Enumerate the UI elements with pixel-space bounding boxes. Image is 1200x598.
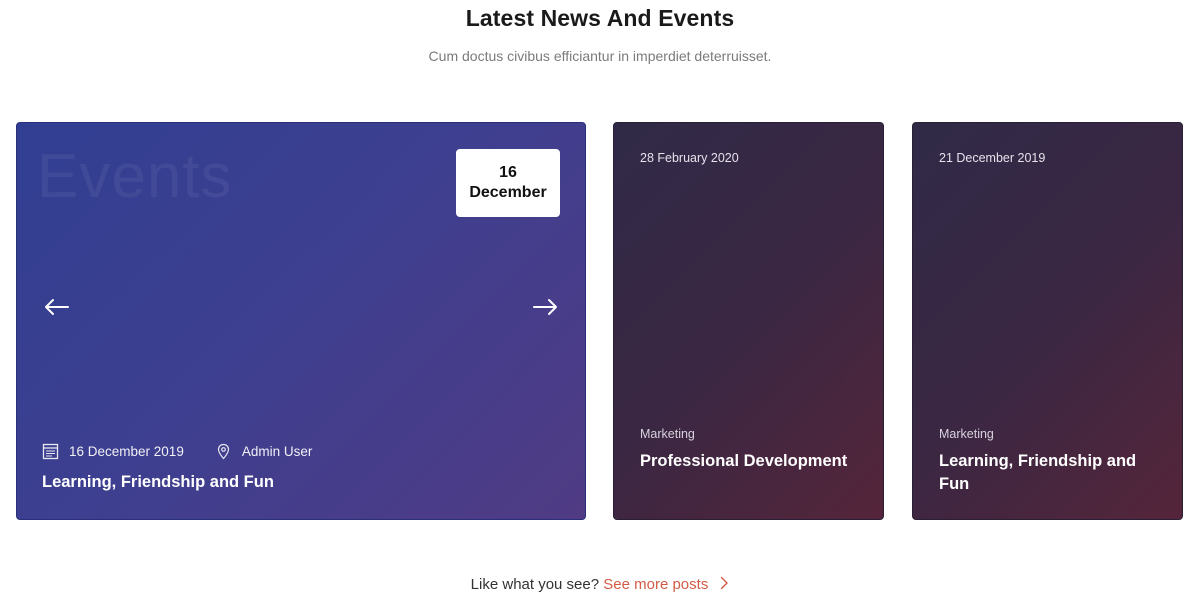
section-subtitle: Cum doctus civibus efficiantur in imperd… [428, 48, 772, 64]
featured-event-card[interactable]: Events 16 December 16 December 2019 Admi… [16, 122, 586, 520]
post-date: 21 December 2019 [939, 151, 1046, 165]
featured-author-text: Admin User [241, 444, 313, 459]
featured-meta: 16 December 2019 Admin User [42, 443, 312, 460]
post-date: 28 February 2020 [640, 151, 739, 165]
chevron-right-icon[interactable] [720, 576, 729, 590]
see-more-posts-link[interactable]: See more posts [603, 576, 708, 593]
post-card[interactable]: 21 December 2019 Marketing Learning, Fri… [912, 122, 1183, 520]
section-title: Latest News And Events [465, 5, 735, 31]
post-category[interactable]: Marketing [640, 427, 695, 441]
slider-prev-button[interactable] [42, 295, 70, 319]
arrow-left-icon [45, 299, 69, 315]
date-badge-month: December [469, 184, 547, 201]
post-category[interactable]: Marketing [939, 427, 994, 441]
featured-date-text: 16 December 2019 [69, 444, 184, 459]
date-badge-day: 16 [499, 164, 517, 181]
arrow-right-icon [533, 299, 557, 315]
post-title[interactable]: Learning, Friendship and Fun [939, 450, 1149, 496]
location-pin-icon [215, 443, 232, 460]
see-more-prompt: Like what you see? [470, 576, 604, 593]
featured-author: Admin User [215, 443, 313, 460]
post-title[interactable]: Professional Development [640, 450, 850, 473]
post-card[interactable]: 28 February 2020 Marketing Professional … [613, 122, 884, 520]
slider-next-button[interactable] [532, 295, 560, 319]
news-events-section: Latest News And Events Cum doctus civibu… [0, 0, 1200, 598]
date-badge: 16 December [456, 149, 560, 217]
featured-date: 16 December 2019 [42, 443, 184, 460]
calendar-icon [42, 443, 59, 460]
see-more-line: Like what you see? See more posts [0, 576, 1200, 593]
watermark-text: Events [37, 142, 233, 211]
featured-title[interactable]: Learning, Friendship and Fun [42, 473, 274, 492]
